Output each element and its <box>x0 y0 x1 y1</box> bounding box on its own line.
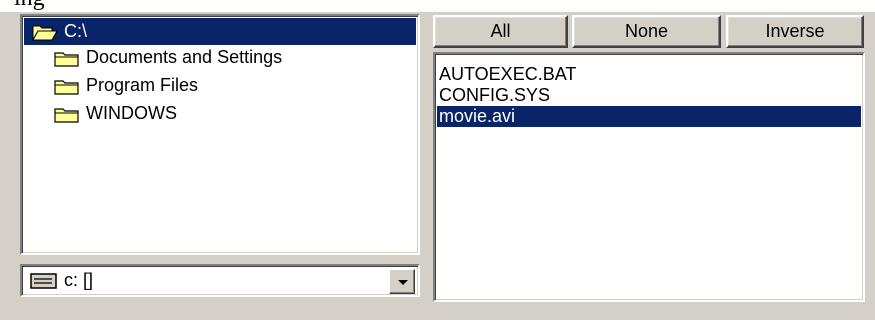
file-item-config[interactable]: CONFIG.SYS <box>437 85 861 106</box>
chevron-down-icon[interactable] <box>389 269 415 294</box>
tree-item-root[interactable]: C:\ <box>24 18 416 45</box>
drive-icon <box>30 272 58 290</box>
file-item-autoexec[interactable]: AUTOEXEC.BAT <box>437 64 861 85</box>
file-list[interactable]: AUTOEXEC.BAT CONFIG.SYS movie.avi <box>433 52 865 302</box>
invert-selection-button[interactable]: Inverse <box>726 15 864 48</box>
drive-select[interactable]: c: [] <box>20 264 420 297</box>
folder-icon <box>54 104 80 124</box>
tree-item-label: C:\ <box>64 21 88 41</box>
file-chooser-panel: C:\ Documents and Settings Program Files <box>0 12 875 320</box>
drive-select-value: c: [] <box>64 270 94 290</box>
file-item-movie[interactable]: movie.avi <box>437 106 861 127</box>
drive-select-field[interactable]: c: [] <box>20 264 420 297</box>
tree-item-documents-and-settings[interactable]: Documents and Settings <box>46 44 282 71</box>
tree-item-label: WINDOWS <box>86 103 177 123</box>
select-all-button[interactable]: All <box>433 15 568 48</box>
tree-item-label: Documents and Settings <box>86 47 283 67</box>
tree-item-label: Program Files <box>86 75 199 95</box>
directory-tree[interactable]: C:\ Documents and Settings Program Files <box>20 14 420 255</box>
open-folder-icon <box>32 22 58 42</box>
folder-icon <box>54 76 80 96</box>
tree-item-windows[interactable]: WINDOWS <box>46 100 177 127</box>
folder-icon <box>54 48 80 68</box>
tree-item-program-files[interactable]: Program Files <box>46 72 198 99</box>
select-none-button[interactable]: None <box>572 15 721 48</box>
cropped-heading: ing <box>0 0 875 12</box>
